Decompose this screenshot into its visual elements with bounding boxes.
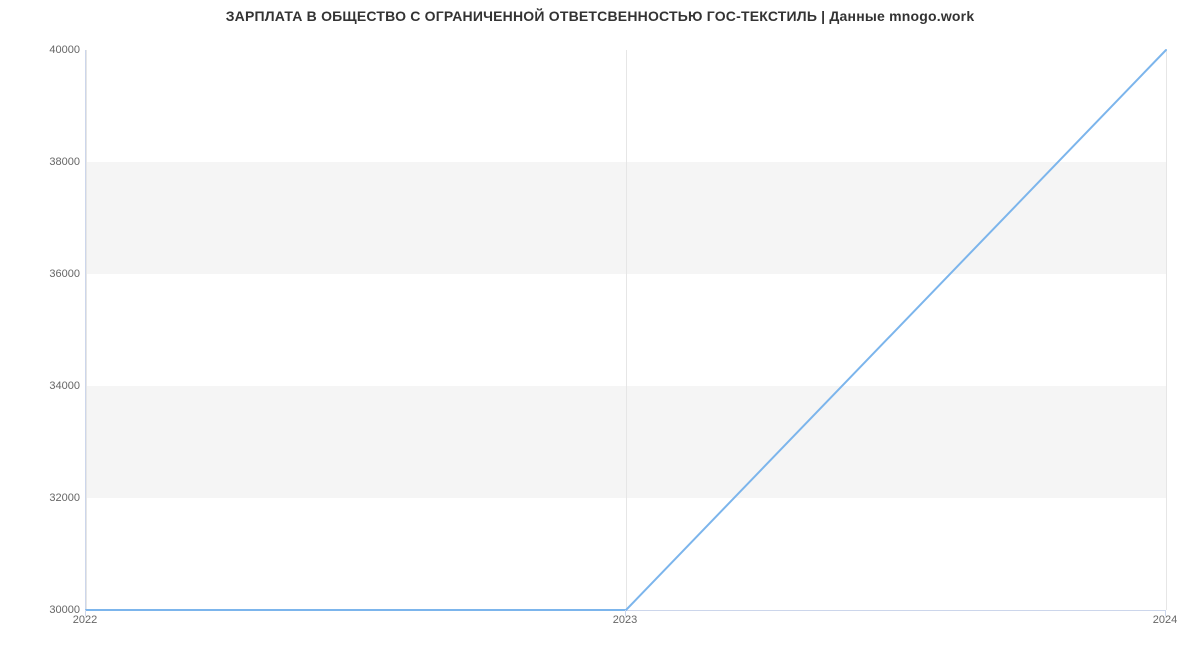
y-axis-tick-label: 38000	[20, 156, 80, 168]
x-axis-tick-mark	[625, 610, 626, 616]
line-layer	[86, 50, 1166, 610]
x-gridline	[1166, 50, 1167, 610]
series-line	[86, 50, 1166, 610]
y-axis-tick-label: 40000	[20, 44, 80, 56]
x-axis-tick-mark	[1165, 610, 1166, 616]
chart-title: ЗАРПЛАТА В ОБЩЕСТВО С ОГРАНИЧЕННОЙ ОТВЕТ…	[0, 8, 1200, 24]
x-axis-tick-mark	[85, 610, 86, 616]
salary-line-chart: ЗАРПЛАТА В ОБЩЕСТВО С ОГРАНИЧЕННОЙ ОТВЕТ…	[0, 0, 1200, 650]
y-axis-tick-label: 34000	[20, 380, 80, 392]
y-axis-tick-label: 32000	[20, 492, 80, 504]
y-axis-tick-label: 36000	[20, 268, 80, 280]
plot-area	[85, 50, 1166, 611]
